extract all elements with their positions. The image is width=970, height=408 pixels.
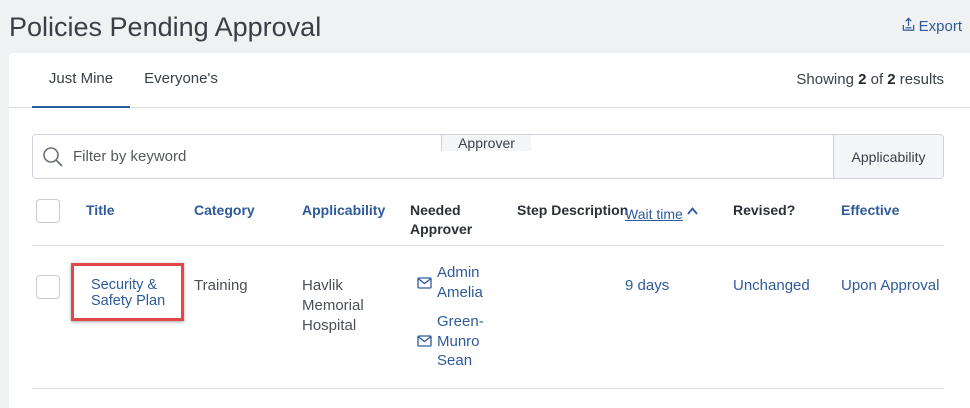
- applicability-filter-button[interactable]: Applicability: [833, 135, 943, 178]
- row-applicability: Havlik Memorial Hospital: [302, 277, 364, 334]
- column-header-title[interactable]: Title: [86, 201, 115, 220]
- tab-just-mine[interactable]: Just Mine: [32, 53, 130, 108]
- column-header-step-description: Step Description: [517, 202, 629, 218]
- column-header-revised: Revised?: [733, 202, 796, 218]
- approver-link-admin-amelia[interactable]: Admin Amelia: [417, 263, 483, 302]
- mail-icon: [417, 276, 432, 289]
- results-count: Showing 2 of 2 results: [796, 71, 944, 88]
- search-icon: [43, 146, 63, 167]
- filter-bar: Approver Applicability: [32, 134, 944, 179]
- header-divider: [32, 245, 944, 246]
- filter-input-wrap: [33, 135, 833, 178]
- approver-filter-button[interactable]: Approver: [441, 135, 531, 151]
- tab-everyones[interactable]: Everyone's: [137, 53, 225, 108]
- export-icon: [901, 17, 916, 36]
- policy-title-link[interactable]: Security & Safety Plan: [91, 277, 165, 309]
- policies-card: Just Mine Everyone's Showing 2 of 2 resu…: [9, 53, 970, 408]
- column-header-needed-approver: Needed Approver: [410, 202, 473, 237]
- search-input[interactable]: [33, 135, 833, 178]
- mail-icon: [417, 335, 432, 347]
- tabs-bar: Just Mine Everyone's Showing 2 of 2 resu…: [9, 53, 970, 108]
- column-header-category[interactable]: Category: [194, 201, 255, 220]
- column-header-applicability[interactable]: Applicability: [302, 201, 385, 220]
- sort-asc-icon: [687, 201, 698, 220]
- row-revised: Unchanged: [733, 277, 810, 294]
- row-wait-time: 9 days: [625, 277, 670, 294]
- page-title: Policies Pending Approval: [9, 12, 322, 42]
- row-checkbox[interactable]: [36, 275, 60, 299]
- row-effective: Upon Approval: [841, 277, 940, 294]
- row-divider: [32, 388, 944, 389]
- select-all-checkbox[interactable]: [36, 199, 60, 223]
- export-label: Export: [918, 18, 962, 35]
- column-header-effective[interactable]: Effective: [841, 201, 899, 220]
- export-button[interactable]: Export: [901, 17, 962, 36]
- row-category: Training: [194, 277, 248, 294]
- column-header-wait-time[interactable]: Wait time: [625, 201, 698, 224]
- approver-link-green-munro-sean[interactable]: Green- Munro Sean: [417, 312, 484, 371]
